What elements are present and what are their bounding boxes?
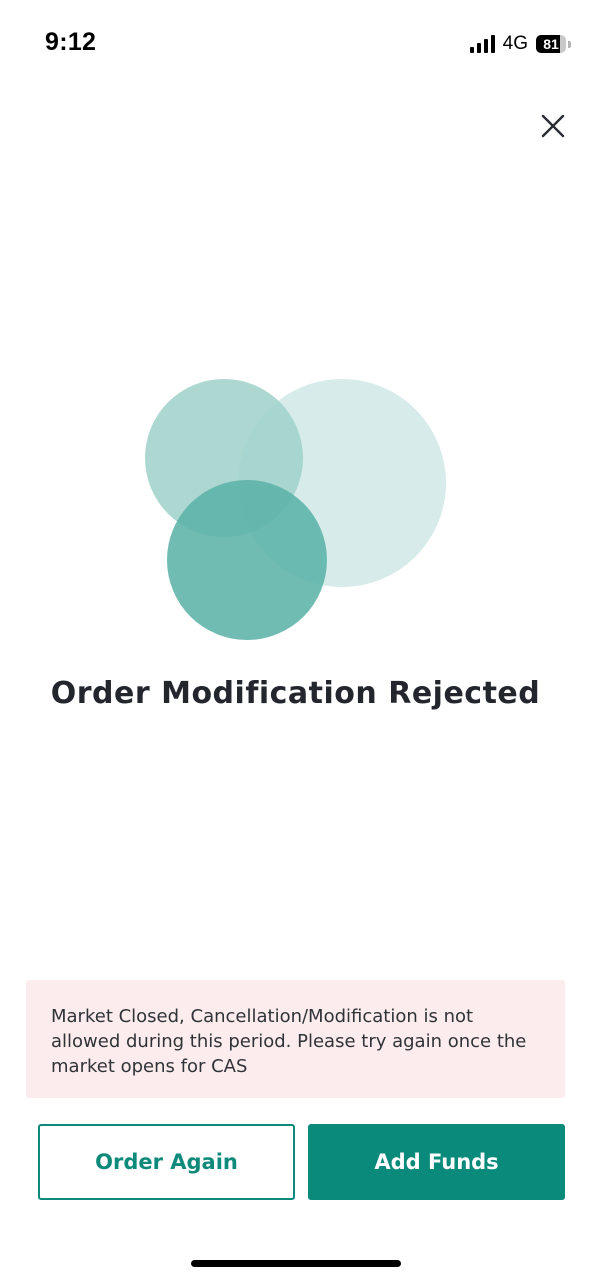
status-indicators: 4G 81 (469, 32, 571, 56)
page-title: Order Modification Rejected (50, 676, 541, 711)
error-message: Market Closed, Cancellation/Modification… (51, 1006, 527, 1077)
battery-tip (568, 40, 571, 48)
status-time: 9:12 (45, 28, 97, 56)
error-message-box: Market Closed, Cancellation/Modification… (26, 980, 565, 1098)
cellular-signal-icon (469, 35, 495, 53)
close-button[interactable] (537, 110, 569, 142)
network-type: 4G (502, 33, 528, 54)
status-bar: 9:12 4G 81 (0, 0, 591, 88)
illustration-circle-large (238, 379, 446, 587)
illustration-circle-bottom (167, 480, 327, 640)
close-icon (541, 114, 565, 138)
illustration-circle-top-left (145, 379, 303, 537)
battery-level: 81 (543, 36, 559, 52)
battery-icon: 81 (536, 35, 566, 53)
home-indicator[interactable] (191, 1260, 401, 1267)
order-again-button[interactable]: Order Again (38, 1124, 295, 1200)
add-funds-button[interactable]: Add Funds (308, 1124, 565, 1200)
